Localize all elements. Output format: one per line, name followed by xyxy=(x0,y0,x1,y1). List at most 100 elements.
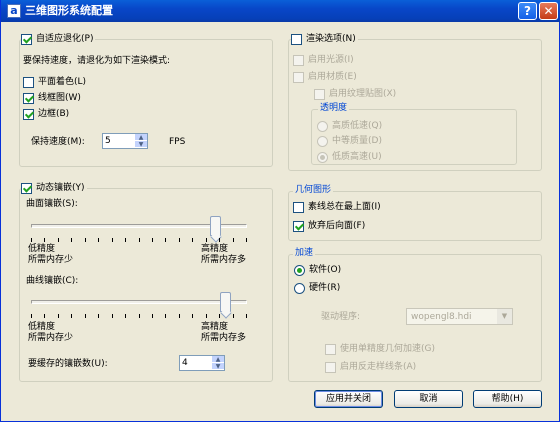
app-icon: a xyxy=(7,4,21,18)
antialias-lines-label: 启用反走样线条(A) xyxy=(340,362,417,372)
software-radio[interactable]: 软件(O) xyxy=(294,265,341,276)
radio-circle[interactable] xyxy=(317,152,328,163)
checkbox-box[interactable] xyxy=(23,77,34,88)
dynamic-tessellation-checkbox[interactable]: 动态镶嵌(Y) xyxy=(21,183,87,194)
slider-tick xyxy=(246,238,247,242)
high-quality-radio[interactable]: 高质低速(Q) xyxy=(317,121,382,132)
checkbox-box[interactable] xyxy=(314,89,325,100)
cache-tessellations-label: 要缓存的镶嵌数(U): xyxy=(28,359,108,369)
slider-tick xyxy=(98,314,99,318)
curve-slider-ticks xyxy=(31,314,247,318)
driver-value: wopengl8.hdi xyxy=(411,312,472,322)
enable-lights-label: 启用光源(I) xyxy=(308,55,354,65)
slider-tick xyxy=(219,314,220,318)
enable-lights-checkbox[interactable]: 启用光源(I) xyxy=(293,55,354,66)
slider-tick xyxy=(112,314,113,318)
slider-tick xyxy=(125,238,126,242)
curve-tessellation-label: 曲线镶嵌(C): xyxy=(26,276,79,286)
spin-up-icon[interactable]: ▲ xyxy=(135,134,147,141)
discard-backfaces-checkbox[interactable]: 放弃后向面(F) xyxy=(293,221,365,232)
slider-tick xyxy=(165,238,166,242)
maintain-speed-spinner[interactable]: 5 ▲ ▼ xyxy=(102,133,148,149)
slider-tick xyxy=(233,238,234,242)
radio-circle[interactable] xyxy=(294,265,305,276)
spinner-arrows[interactable]: ▲ ▼ xyxy=(135,134,147,148)
slider-tick xyxy=(44,314,45,318)
curve-high-memory: 所需内存多 xyxy=(201,333,247,343)
checkbox-box[interactable] xyxy=(293,55,304,66)
spin-up-icon[interactable]: ▲ xyxy=(212,356,224,363)
enable-texture-label: 启用纹理贴图(X) xyxy=(329,89,397,99)
checkbox-box[interactable] xyxy=(293,202,304,213)
slider-tick xyxy=(139,238,140,242)
slider-tick xyxy=(44,238,45,242)
slider-tick xyxy=(192,314,193,318)
medium-quality-label: 中等质量(D) xyxy=(332,136,382,146)
surface-low-memory: 所需内存少 xyxy=(28,255,74,265)
help-title-button[interactable]: ? xyxy=(518,2,537,20)
degradation-instruction: 要保持速度，请退化为如下渲染模式: xyxy=(23,56,171,66)
render-options-checkbox[interactable]: 渲染选项(N) xyxy=(291,34,358,45)
cache-tessellations-spinner[interactable]: 4 ▲ ▼ xyxy=(179,355,225,371)
curve-slider-track[interactable] xyxy=(31,300,247,304)
antialias-lines-checkbox[interactable]: 启用反走样线条(A) xyxy=(325,362,416,373)
bounding-box-checkbox[interactable]: 边框(B) xyxy=(23,109,69,120)
isolines-on-top-checkbox[interactable]: 素线总在最上面(I) xyxy=(293,202,381,213)
adaptive-degradation-checkbox[interactable]: 自适应退化(P) xyxy=(21,34,96,45)
transparency-title: 透明度 xyxy=(318,103,350,114)
radio-circle[interactable] xyxy=(294,283,305,294)
surface-slider-thumb[interactable] xyxy=(209,216,221,236)
slider-tick xyxy=(246,314,247,318)
slider-tick xyxy=(31,314,32,318)
checkbox-box[interactable] xyxy=(21,34,32,45)
surface-tessellation-label: 曲面镶嵌(S): xyxy=(26,199,78,209)
maintain-speed-label: 保持速度(M): xyxy=(31,137,85,147)
curve-low-precision: 低精度 xyxy=(28,322,56,332)
driver-dropdown[interactable]: wopengl8.hdi ▼ xyxy=(406,308,513,325)
slider-tick xyxy=(71,314,72,318)
apply-and-close-button[interactable]: 应用并关闭 xyxy=(314,390,383,408)
slider-tick xyxy=(206,238,207,242)
dialog-window: a 三维图形系统配置 ? ✕ 自适应退化(P) 要保持速度，请退化为如下渲染模式… xyxy=(0,0,560,422)
low-quality-label: 低质高速(U) xyxy=(332,152,382,162)
wireframe-label: 线框图(W) xyxy=(38,93,81,103)
spinner-arrows[interactable]: ▲ ▼ xyxy=(212,356,224,370)
spin-down-icon[interactable]: ▼ xyxy=(135,141,147,148)
checkbox-box[interactable] xyxy=(291,34,302,45)
geometry-title: 几何图形 xyxy=(293,185,334,196)
checkbox-box[interactable] xyxy=(23,93,34,104)
low-quality-radio[interactable]: 低质高速(U) xyxy=(317,152,382,163)
flat-shading-label: 平面着色(L) xyxy=(38,77,87,87)
cancel-button[interactable]: 取消 xyxy=(394,390,463,408)
slider-tick xyxy=(152,238,153,242)
slider-tick xyxy=(71,238,72,242)
maintain-speed-value[interactable]: 5 xyxy=(105,136,111,147)
curve-slider-thumb[interactable] xyxy=(220,292,232,312)
help-button[interactable]: 帮助(H) xyxy=(473,390,542,408)
spin-down-icon[interactable]: ▼ xyxy=(212,363,224,370)
hardware-radio[interactable]: 硬件(R) xyxy=(294,283,340,294)
slider-tick xyxy=(125,314,126,318)
enable-materials-checkbox[interactable]: 启用材质(E) xyxy=(293,72,357,83)
checkbox-box[interactable] xyxy=(325,344,336,355)
checkbox-box[interactable] xyxy=(23,109,34,120)
curve-low-memory: 所需内存少 xyxy=(28,333,74,343)
close-button[interactable]: ✕ xyxy=(539,2,558,20)
checkbox-box[interactable] xyxy=(293,221,304,232)
checkbox-box[interactable] xyxy=(21,183,32,194)
enable-texture-checkbox[interactable]: 启用纹理贴图(X) xyxy=(314,89,396,100)
chevron-down-icon[interactable]: ▼ xyxy=(497,309,512,324)
medium-quality-radio[interactable]: 中等质量(D) xyxy=(317,136,382,147)
cache-tessellations-value[interactable]: 4 xyxy=(182,358,188,369)
single-precision-checkbox[interactable]: 使用单精度几何加速(G) xyxy=(325,344,435,355)
surface-slider-ticks xyxy=(31,238,247,242)
radio-circle[interactable] xyxy=(317,136,328,147)
single-precision-label: 使用单精度几何加速(G) xyxy=(340,344,435,354)
checkbox-box[interactable] xyxy=(325,362,336,373)
slider-tick xyxy=(58,238,59,242)
wireframe-checkbox[interactable]: 线框图(W) xyxy=(23,93,81,104)
radio-circle[interactable] xyxy=(317,121,328,132)
checkbox-box[interactable] xyxy=(293,72,304,83)
title-bar[interactable]: a 三维图形系统配置 ? ✕ xyxy=(1,0,560,22)
flat-shading-checkbox[interactable]: 平面着色(L) xyxy=(23,77,86,88)
